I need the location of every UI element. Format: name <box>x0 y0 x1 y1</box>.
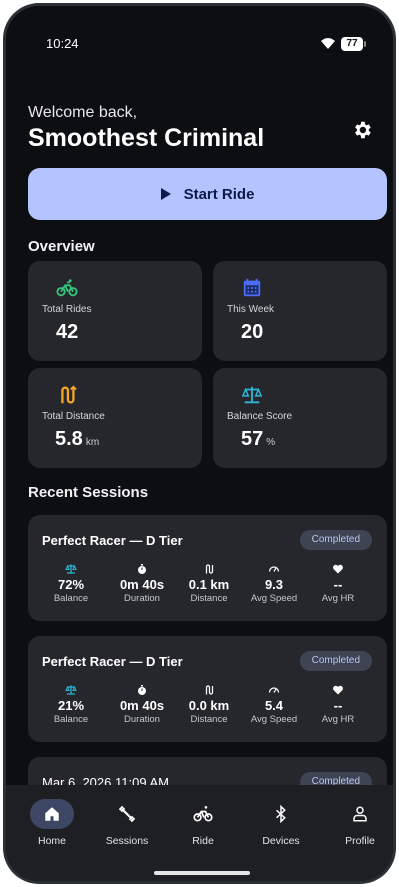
stat-card-this-week[interactable]: This Week 20 <box>213 261 387 361</box>
device-frame: 10:24 77 Welcome back, Smoothest Crimina… <box>3 3 396 884</box>
metric-avg-hr: -- Avg HR <box>303 563 373 604</box>
nav-item-sessions[interactable]: Sessions <box>88 799 166 847</box>
nav-label: Devices <box>262 835 300 847</box>
start-ride-button[interactable]: Start Ride <box>28 168 387 220</box>
home-icon <box>45 807 59 821</box>
stat-label: Total Rides <box>42 304 92 315</box>
timer-icon <box>138 685 146 695</box>
bottom-nav: Home Sessions Ride Devices Profile <box>6 785 393 881</box>
nav-icon-container <box>105 799 149 829</box>
stat-label: Total Distance <box>42 411 105 422</box>
nav-icon-container <box>30 799 74 829</box>
stat-value: 20 <box>241 321 264 343</box>
status-bar: 10:24 77 <box>6 6 393 76</box>
nav-label: Profile <box>345 835 375 847</box>
scale-icon <box>65 685 77 695</box>
session-title: Perfect Racer — D Tier <box>42 654 183 669</box>
route-icon <box>205 685 214 695</box>
status-badge: Completed <box>299 651 372 671</box>
metric-distance: 0.0 km Distance <box>174 684 244 725</box>
route-icon <box>61 385 77 404</box>
nav-icon-container <box>338 799 382 829</box>
bluetooth-icon <box>275 804 286 824</box>
nav-label: Ride <box>192 835 214 847</box>
battery-indicator: 77 <box>341 37 367 51</box>
metric-avg-speed: 5.4 Avg Speed <box>239 684 309 725</box>
scale-icon <box>241 386 263 404</box>
nav-item-home[interactable]: Home <box>13 799 91 847</box>
user-name: Smoothest Criminal <box>28 124 265 152</box>
wifi-icon <box>321 38 335 49</box>
battery-tip <box>364 41 366 47</box>
metric-avg-speed: 9.3 Avg Speed <box>239 563 309 604</box>
recent-sessions-title: Recent Sessions <box>28 484 149 501</box>
timer-icon <box>138 564 146 574</box>
start-ride-label: Start Ride <box>183 185 255 203</box>
metric-distance: 0.1 km Distance <box>174 563 244 604</box>
route-icon <box>205 564 214 574</box>
welcome-text: Welcome back, <box>28 104 138 121</box>
speedometer-icon <box>268 566 280 572</box>
heart-icon <box>333 685 343 695</box>
gear-icon[interactable] <box>351 119 373 141</box>
speedometer-icon <box>268 687 280 693</box>
session-card[interactable]: Perfect Racer — D Tier Completed 72% Bal… <box>28 515 387 621</box>
metric-balance: 21% Balance <box>36 684 106 725</box>
stat-value: 5.8 km <box>55 428 100 450</box>
status-badge: Completed <box>299 530 372 550</box>
nav-item-devices[interactable]: Devices <box>242 799 320 847</box>
stat-value: 57% <box>241 428 276 450</box>
app-screen: 10:24 77 Welcome back, Smoothest Crimina… <box>6 6 393 881</box>
overview-title: Overview <box>28 238 95 255</box>
stat-card-balance-score[interactable]: Balance Score 57% <box>213 368 387 468</box>
scale-icon <box>65 564 77 574</box>
stat-card-total-distance[interactable]: Total Distance 5.8 km <box>28 368 202 468</box>
session-title: Perfect Racer — D Tier <box>42 533 183 548</box>
stat-value: 42 <box>56 321 79 343</box>
stat-label: This Week <box>227 304 275 315</box>
nav-item-ride[interactable]: Ride <box>164 799 242 847</box>
battery-level: 77 <box>341 37 363 51</box>
stat-label: Balance Score <box>227 411 293 422</box>
nav-label: Home <box>37 835 66 847</box>
status-time: 10:24 <box>46 36 79 51</box>
stat-card-total-rides[interactable]: Total Rides 42 <box>28 261 202 361</box>
bike-icon <box>56 279 78 297</box>
nav-item-profile[interactable]: Profile <box>321 799 393 847</box>
heart-icon <box>333 564 343 574</box>
home-indicator[interactable] <box>154 871 250 875</box>
nav-label: Sessions <box>105 835 149 847</box>
person-icon <box>353 806 367 822</box>
nav-icon-container <box>259 799 303 829</box>
session-card[interactable]: Perfect Racer — D Tier Completed 21% Bal… <box>28 636 387 742</box>
bike-icon <box>193 806 213 822</box>
play-icon <box>160 188 171 200</box>
nav-icon-container <box>181 799 225 829</box>
dumbbell-icon <box>118 805 136 823</box>
metric-duration: 0m 40s Duration <box>107 684 177 725</box>
calendar-icon <box>243 278 261 297</box>
metric-balance: 72% Balance <box>36 563 106 604</box>
metric-duration: 0m 40s Duration <box>107 563 177 604</box>
metric-avg-hr: -- Avg HR <box>303 684 373 725</box>
